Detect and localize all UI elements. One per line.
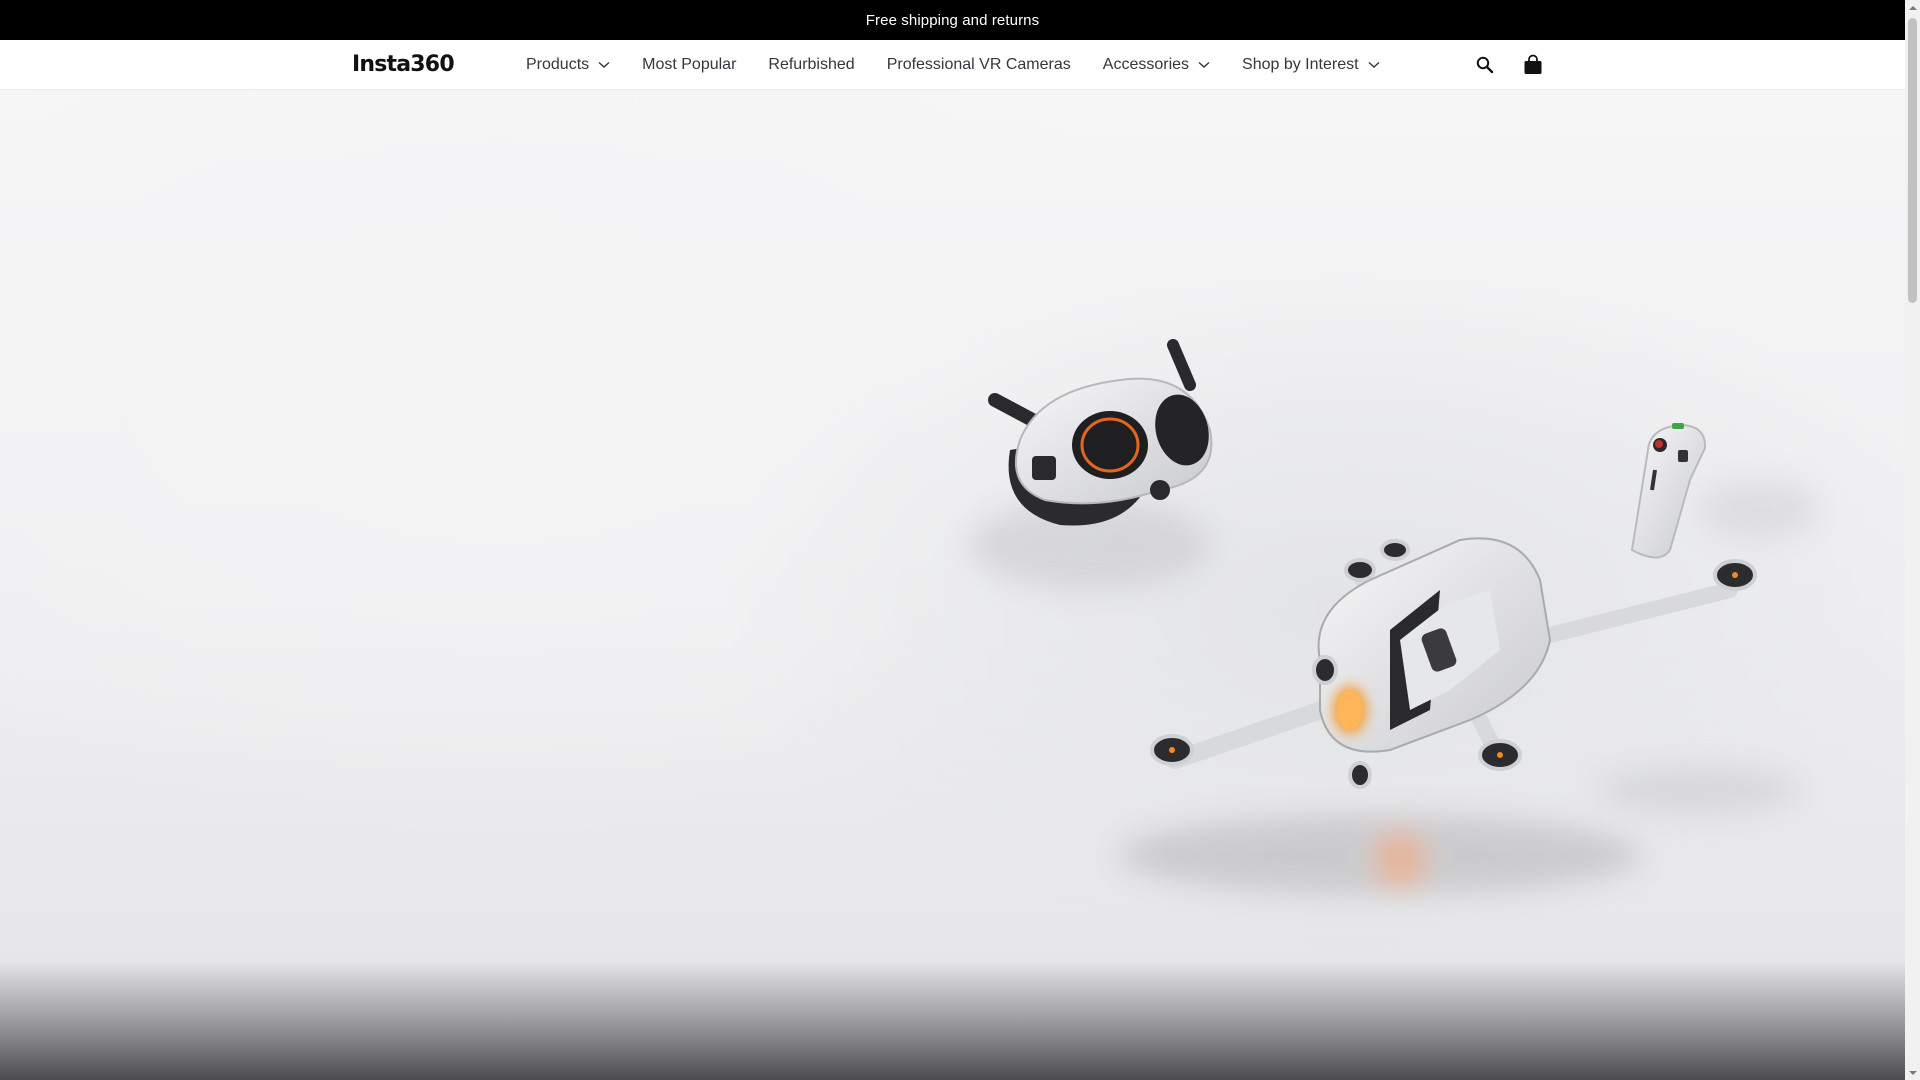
chevron-down-icon	[1368, 59, 1380, 71]
shopping-bag-icon[interactable]	[1521, 53, 1545, 77]
drone	[1150, 537, 1757, 789]
nav-item-refurbished[interactable]: Refurbished	[768, 40, 854, 90]
announcement-text[interactable]: Free shipping and returns	[866, 12, 1039, 29]
chevron-down-icon	[1198, 59, 1210, 71]
main-nav: Products Most Popular Refurbished Profes…	[526, 40, 1412, 90]
hero-image	[970, 339, 1820, 895]
nav-item-label: Refurbished	[768, 56, 855, 73]
nav-item-label: Accessories	[1102, 56, 1190, 73]
nav-item-label: Most Popular	[642, 56, 737, 73]
page: Free shipping and returns Insta360 Produ…	[0, 0, 1905, 1080]
scrollbar-thumb[interactable]	[1908, 18, 1917, 303]
nav-item-accessories[interactable]: Accessories	[1103, 40, 1210, 90]
hero-banner[interactable]	[0, 90, 1905, 1080]
search-icon[interactable]	[1473, 53, 1497, 77]
nav-item-products[interactable]: Products	[526, 40, 610, 90]
goggles	[988, 339, 1213, 526]
nav-item-professional-vr-cameras[interactable]: Professional VR Cameras	[887, 40, 1071, 90]
motion-controller	[1630, 423, 1707, 559]
scroll-up-arrow-icon[interactable]	[1905, 0, 1920, 15]
insta360-logo[interactable]: Insta360	[352, 52, 455, 78]
nav-item-most-popular[interactable]: Most Popular	[642, 40, 736, 90]
nav-item-label: Professional VR Cameras	[886, 56, 1071, 73]
scroll-down-arrow-icon[interactable]	[1905, 1065, 1920, 1080]
nav-item-label: Shop by Interest	[1242, 56, 1359, 73]
nav-item-label: Products	[526, 56, 590, 73]
site-header: Insta360 Products Most Popular Refurbish…	[0, 40, 1905, 90]
chevron-down-icon	[598, 59, 610, 71]
nav-item-shop-by-interest[interactable]: Shop by Interest	[1242, 40, 1380, 90]
page-scrollbar[interactable]	[1905, 0, 1920, 1080]
announcement-bar[interactable]: Free shipping and returns	[0, 0, 1905, 40]
